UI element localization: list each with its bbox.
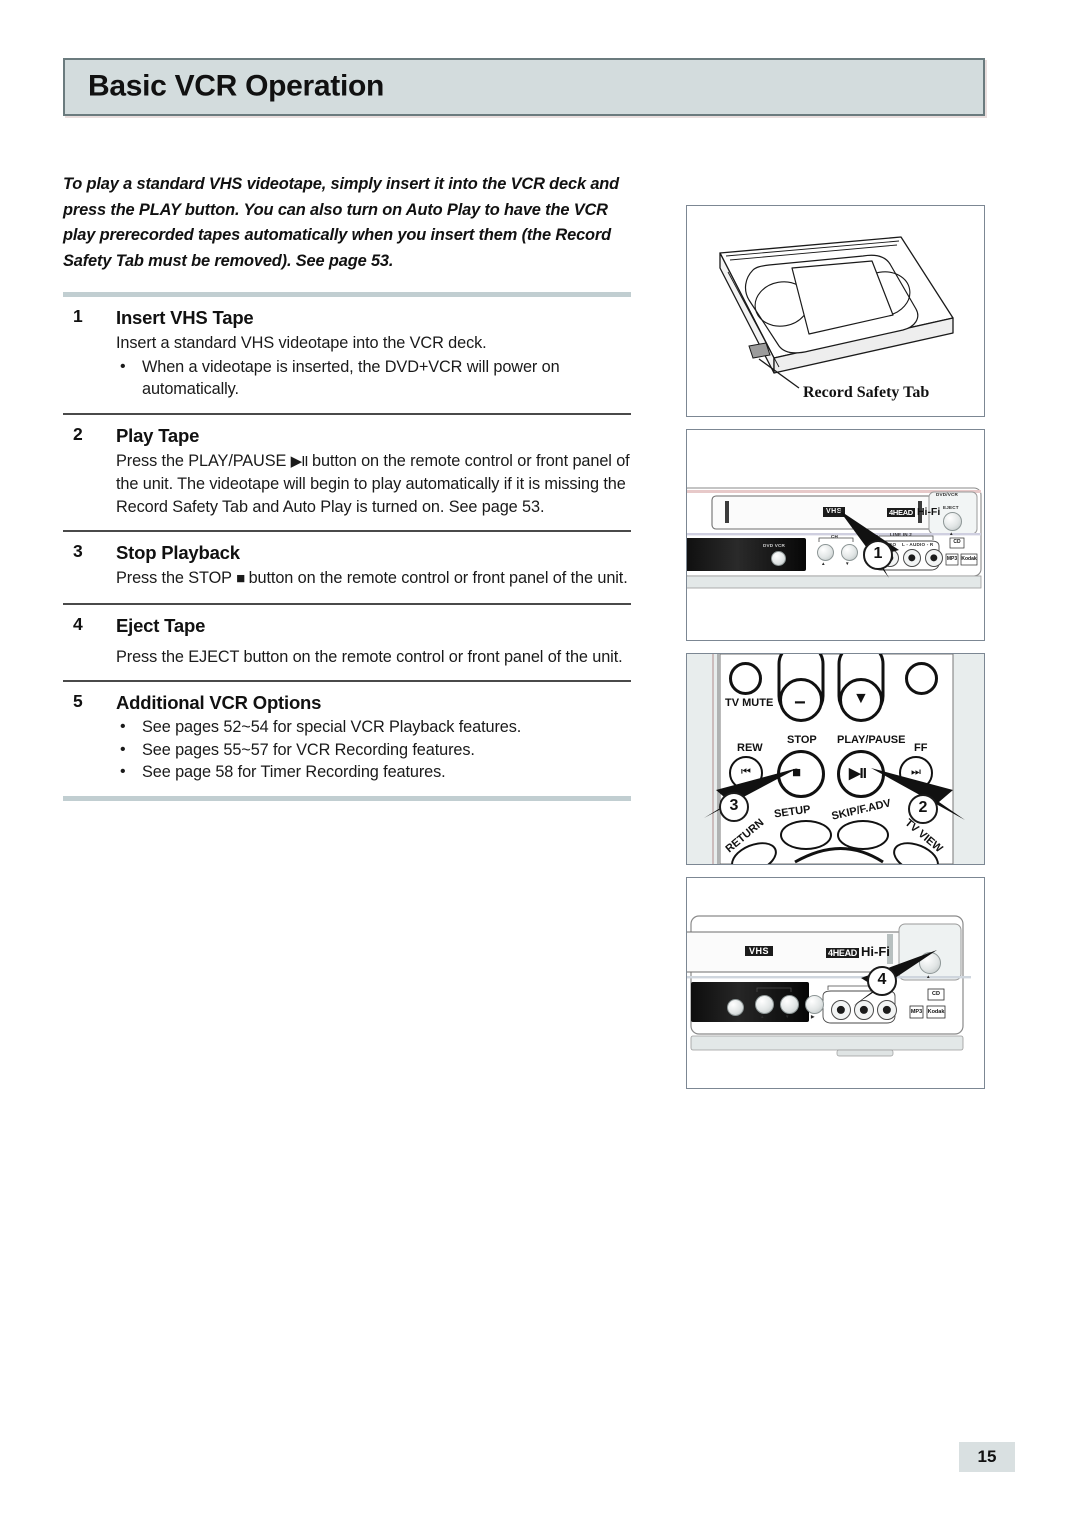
list-item-text: See pages 52~54 for special VCR Playback… <box>142 718 522 736</box>
setup-arrow-icon: ▶ <box>811 1014 815 1019</box>
list-item-text: When a videotape is inserted, the DVD+VC… <box>142 357 560 399</box>
list-item-text: See pages 55~57 for VCR Recording featur… <box>142 740 475 759</box>
step-bullet-list: • When a videotape is inserted, the DVD+… <box>116 356 633 401</box>
step-heading: Play Tape <box>116 424 200 446</box>
figure-vhs-cassette: Record Safety Tab <box>686 205 985 417</box>
audio-right-jack <box>925 549 943 567</box>
step-play-tape: 2 Play Tape Press the PLAY/PAUSE ▶II but… <box>63 415 633 531</box>
page-number: 15 <box>959 1442 1015 1472</box>
callout-badge-3: 3 <box>719 792 749 822</box>
chevron-down-icon: ▼ <box>853 690 869 707</box>
minus-icon: − <box>794 692 806 714</box>
figure-front-panel-callout-4: VHS 4HEADHi-Fi DVD/VCR EJECT ▲ DVD VCR C… <box>686 877 985 1089</box>
mp3-logo: MP3 <box>946 556 958 562</box>
ch-up-button[interactable] <box>817 544 834 561</box>
bullet-icon: • <box>120 357 126 375</box>
dvd-vcr-button[interactable] <box>727 999 744 1016</box>
eject-label: EJECT <box>943 505 959 510</box>
step-insert-vhs-tape: 1 Insert VHS Tape Insert a standard VHS … <box>63 297 633 413</box>
list-item-text: See page 58 for Timer Recording features… <box>142 763 446 781</box>
step-heading: Additional VCR Options <box>116 692 322 713</box>
step-body: Press the EJECT button on the remote con… <box>116 647 623 666</box>
corner-model-label: DVD/VCR <box>936 492 959 497</box>
step-number: 4 <box>73 613 83 634</box>
cd-logo: CD <box>953 539 961 545</box>
eject-button[interactable] <box>943 512 962 531</box>
step-heading: Eject Tape <box>116 614 206 636</box>
step-bullet-list: • See pages 52~54 for special VCR Playba… <box>116 716 633 784</box>
bullet-icon: • <box>120 763 126 780</box>
step-stop-playback: 3 Stop Playback Press the STOP ■ button … <box>63 532 633 603</box>
eject-triangle-icon: ▲ <box>949 531 954 536</box>
step-body-part-b: button on the remote control or front pa… <box>248 569 628 587</box>
figure-front-panel-callout-1: VHS 4HEAD Hi-Fi DVD/VCR EJECT ▲ DVD VCR C… <box>686 429 985 641</box>
ch-down-button[interactable] <box>780 995 799 1014</box>
play-pause-icon: ▶II <box>849 765 867 782</box>
setup-button[interactable] <box>805 995 824 1014</box>
setup-button[interactable] <box>780 820 832 850</box>
bullet-icon: • <box>120 740 126 758</box>
vhs-logo-badge: VHS <box>745 946 774 956</box>
rew-label: REW <box>737 742 763 754</box>
ch-up-button[interactable] <box>755 995 774 1014</box>
front-panel-chassis-2 <box>687 915 971 1057</box>
instructions-column: To play a standard VHS videotape, simply… <box>63 172 633 801</box>
list-item: • When a videotape is inserted, the DVD+… <box>116 356 633 401</box>
step-body: Press the STOP ■ button on the remote co… <box>116 567 635 591</box>
ch-up-arrow-icon: ▲ <box>760 1014 765 1019</box>
step-number: 3 <box>73 541 83 561</box>
tv-power-button[interactable] <box>905 662 938 695</box>
illustrations-column: Record Safety Tab VHS 4HEAD Hi-Fi DVD/VC… <box>686 205 985 1101</box>
tv-mute-label: TV MUTE <box>725 697 774 709</box>
list-item: • See pages 52~54 for special VCR Playba… <box>116 716 633 739</box>
stop-glyph-icon: ■ <box>236 570 245 587</box>
play-pause-glyph-icon: ▶II <box>290 452 309 470</box>
step-body-part-a: Press the STOP <box>116 569 232 587</box>
step-body: Press the PLAY/PAUSE ▶II button on the r… <box>116 450 635 519</box>
list-item: • See page 58 for Timer Recording featur… <box>116 761 633 784</box>
play-pause-label: PLAY/PAUSE <box>837 734 906 746</box>
callout-arrow-3 <box>704 768 798 818</box>
callout-badge-4: 4 <box>867 966 897 996</box>
callout-badge-1: 1 <box>863 540 893 570</box>
ff-label: FF <box>914 742 928 754</box>
callout-badge-2: 2 <box>908 794 938 824</box>
dvd-vcr-label: DVD VCR <box>763 543 786 548</box>
step-body-part-a: Press the PLAY/PAUSE <box>116 451 287 470</box>
step-heading: Insert VHS Tape <box>116 307 254 328</box>
page-header-bar: Basic VCR Operation <box>63 58 985 116</box>
list-item: • See pages 55~57 for VCR Recording feat… <box>116 739 633 762</box>
step-eject-tape: 4 Eject Tape Press the EJECT button on t… <box>63 605 633 681</box>
tv-mute-button[interactable] <box>729 662 762 695</box>
figure-remote-control: TV MUTE − ▼ REW STOP PLAY/PAUSE FF ⏮ ■ ▶… <box>686 653 985 865</box>
ch-up-arrow-icon: ▲ <box>821 561 826 566</box>
stop-label: STOP <box>787 734 817 746</box>
figure-caption-record-safety-tab: Record Safety Tab <box>803 384 930 401</box>
step-number: 2 <box>73 423 83 444</box>
page-title: Basic VCR Operation <box>88 69 385 103</box>
step-number: 1 <box>73 306 83 326</box>
hifi-text: Hi-Fi <box>916 506 941 518</box>
step-heading: Stop Playback <box>116 542 240 563</box>
divider-bottom <box>63 795 631 801</box>
bullet-icon: • <box>120 718 126 735</box>
step-additional-vcr-options: 5 Additional VCR Options • See pages 52~… <box>63 682 633 796</box>
kodak-logo: Kodak <box>961 556 977 562</box>
intro-paragraph: To play a standard VHS videotape, simply… <box>63 175 620 270</box>
step-body: Insert a standard VHS videotape into the… <box>116 334 487 352</box>
ch-down-arrow-icon: ▼ <box>785 1014 790 1019</box>
dvd-vcr-button[interactable] <box>771 551 786 566</box>
step-number: 5 <box>73 691 83 711</box>
